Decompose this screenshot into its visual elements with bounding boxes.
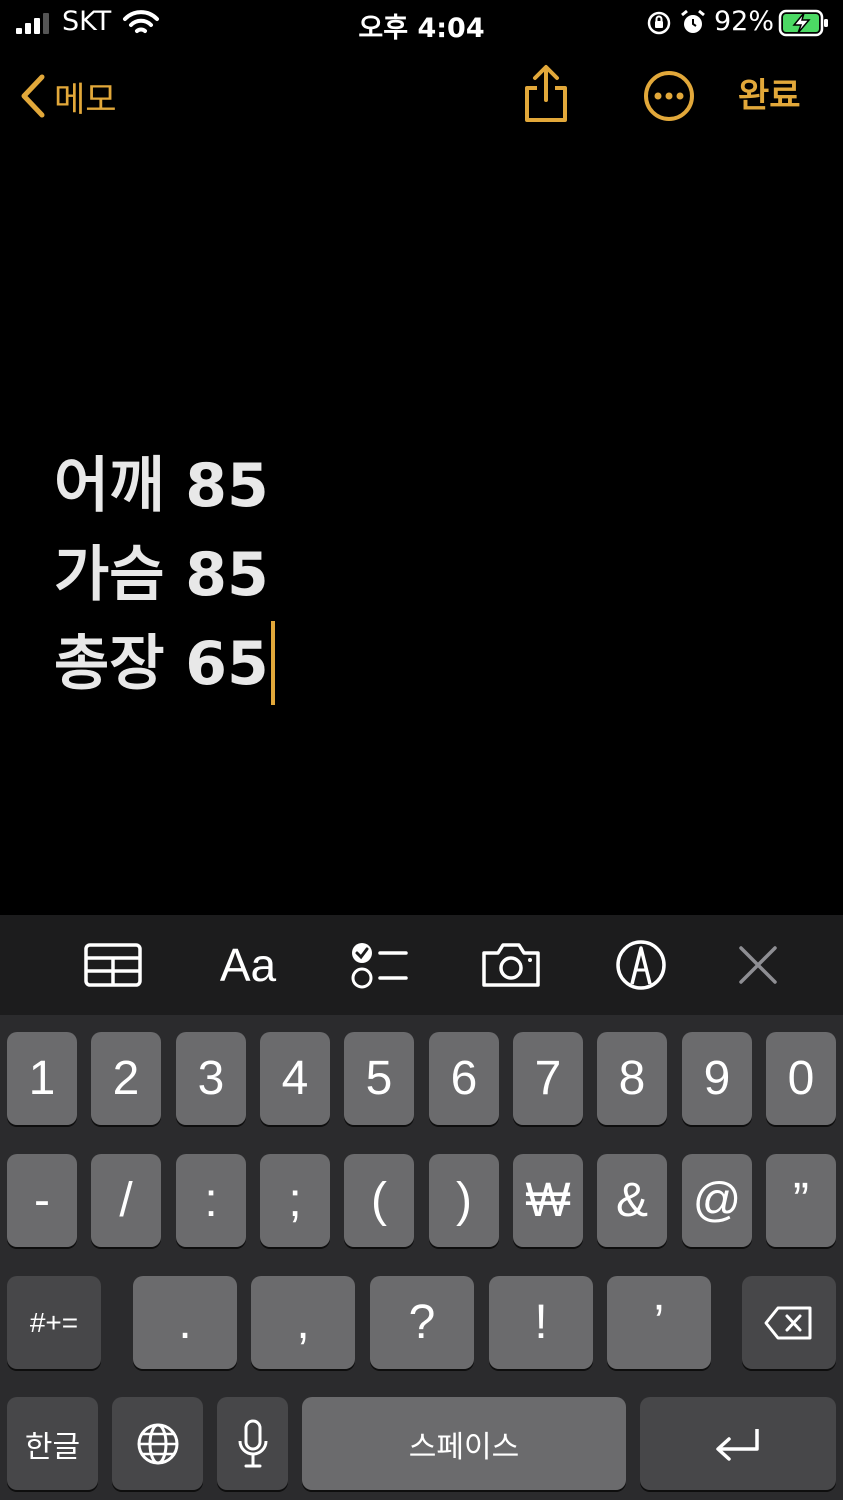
text-cursor: [270, 621, 275, 706]
camera-icon: [482, 943, 540, 987]
note-line-3-text: 총장 65: [54, 629, 269, 699]
markup-button[interactable]: [610, 915, 672, 1015]
keyboard: 1 2 3 4 5 6 7 8 9 0 - / : ; ( ) ₩ & @ ” …: [0, 1015, 843, 1500]
symbols-toggle-key[interactable]: #+=: [7, 1276, 101, 1369]
key-1[interactable]: 1: [7, 1032, 77, 1125]
status-bar: SKT 오후 4:04 92%: [0, 0, 843, 48]
key-7[interactable]: 7: [513, 1032, 583, 1125]
checklist-icon: [351, 943, 408, 989]
delete-icon: [764, 1306, 812, 1339]
format-text-button[interactable]: Aa: [210, 915, 286, 1015]
key-hyphen[interactable]: -: [7, 1154, 77, 1247]
microphone-icon: [238, 1419, 267, 1467]
key-comma[interactable]: ,: [251, 1276, 355, 1369]
key-2[interactable]: 2: [91, 1032, 161, 1125]
key-exclamation[interactable]: !: [489, 1276, 593, 1369]
chevron-left-icon: [21, 74, 45, 118]
delete-key[interactable]: [742, 1276, 836, 1369]
note-line-3: 총장 65: [54, 620, 794, 709]
format-text-icon: Aa: [219, 939, 277, 991]
checklist-button[interactable]: [346, 915, 410, 1015]
language-toggle-key[interactable]: 한글: [7, 1397, 98, 1490]
markup-pen-icon: [616, 940, 666, 990]
key-slash[interactable]: /: [91, 1154, 161, 1247]
close-toolbar-button[interactable]: [734, 915, 782, 1015]
key-open-paren[interactable]: (: [344, 1154, 414, 1247]
back-label: 메모: [54, 79, 117, 120]
key-at[interactable]: @: [682, 1154, 752, 1247]
key-colon[interactable]: :: [176, 1154, 246, 1247]
return-icon: [716, 1428, 759, 1461]
back-button[interactable]: 메모: [18, 66, 117, 126]
key-4[interactable]: 4: [260, 1032, 330, 1125]
key-won[interactable]: ₩: [513, 1154, 583, 1247]
key-apostrophe[interactable]: ’: [607, 1276, 711, 1369]
done-button[interactable]: 완료: [738, 68, 801, 117]
alarm-icon: [681, 9, 705, 33]
key-ampersand[interactable]: &: [597, 1154, 667, 1247]
note-body[interactable]: 어깨 85 가슴 85 총장 65: [54, 442, 794, 709]
key-0[interactable]: 0: [766, 1032, 836, 1125]
key-9[interactable]: 9: [682, 1032, 752, 1125]
key-question[interactable]: ?: [370, 1276, 474, 1369]
key-close-paren[interactable]: ): [429, 1154, 499, 1247]
dictation-key[interactable]: [217, 1397, 288, 1490]
battery-charging-icon: [778, 9, 828, 37]
note-line-1: 어깨 85: [54, 451, 269, 521]
key-semicolon[interactable]: ;: [260, 1154, 330, 1247]
battery-percent: 92%: [714, 6, 775, 37]
return-key[interactable]: [640, 1397, 836, 1490]
space-key[interactable]: 스페이스: [302, 1397, 626, 1490]
key-8[interactable]: 8: [597, 1032, 667, 1125]
camera-button[interactable]: [478, 915, 544, 1015]
key-5[interactable]: 5: [344, 1032, 414, 1125]
share-icon[interactable]: [520, 64, 572, 124]
key-period[interactable]: .: [133, 1276, 237, 1369]
key-6[interactable]: 6: [429, 1032, 499, 1125]
more-options-icon[interactable]: [642, 69, 696, 123]
format-toolbar: Aa: [0, 915, 843, 1015]
note-line-2: 가슴 85: [54, 540, 269, 610]
globe-key[interactable]: [112, 1397, 203, 1490]
key-3[interactable]: 3: [176, 1032, 246, 1125]
table-button[interactable]: [80, 915, 146, 1015]
table-icon: [84, 943, 142, 987]
orientation-lock-icon: [647, 11, 671, 35]
key-quote[interactable]: ”: [766, 1154, 836, 1247]
close-icon: [739, 946, 777, 984]
globe-icon: [137, 1423, 178, 1464]
